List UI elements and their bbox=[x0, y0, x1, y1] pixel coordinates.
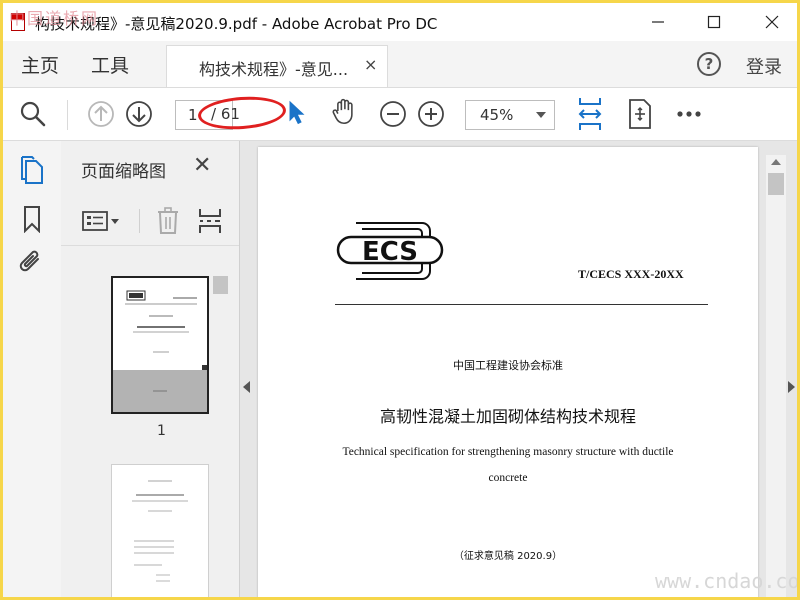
thumbnail-page-2-preview bbox=[132, 480, 188, 582]
close-panel-icon[interactable]: ✕ bbox=[193, 153, 211, 178]
tab-close-icon[interactable]: × bbox=[364, 55, 377, 74]
toolbar: 1 / 61 45% bbox=[3, 88, 797, 141]
menu-tools[interactable]: 工具 bbox=[91, 51, 129, 78]
close-icon bbox=[765, 15, 779, 29]
collapse-left-panel-icon[interactable] bbox=[243, 381, 250, 393]
document-title-en: Technical specification for strengthenin… bbox=[258, 439, 758, 491]
thumbnails-title: 页面缩略图 bbox=[81, 162, 166, 182]
left-rail bbox=[3, 141, 62, 597]
thumbnails-scrollbar-thumb[interactable] bbox=[213, 276, 228, 294]
maximize-icon bbox=[707, 15, 721, 29]
thumbnails-panel: 页面缩略图 ✕ 1 bbox=[61, 141, 240, 597]
document-title-en-line2: concrete bbox=[488, 472, 528, 484]
attachment-icon[interactable] bbox=[18, 249, 46, 277]
thumbnail-page-1-preview bbox=[113, 278, 207, 412]
chevron-down-icon bbox=[536, 112, 546, 118]
zoom-out-icon[interactable] bbox=[379, 100, 407, 128]
app-window: 构技术规程》-意见稿2020.9.pdf - Adobe Acrobat Pro… bbox=[0, 0, 800, 600]
document-scrollbar[interactable] bbox=[766, 155, 786, 597]
menu-home[interactable]: 主页 bbox=[21, 51, 59, 78]
hand-tool-icon[interactable] bbox=[330, 97, 358, 125]
scroll-up-icon[interactable] bbox=[771, 159, 781, 165]
zoom-select[interactable]: 45% bbox=[465, 100, 555, 130]
select-cursor-icon[interactable] bbox=[283, 98, 311, 126]
next-page-icon[interactable] bbox=[125, 100, 153, 128]
watermark-top: 中国道桥网 bbox=[9, 9, 100, 28]
pdf-page: ECS T/CECS XXX-20XX 中国工程建设协会标准 高韧性混凝土加固砌… bbox=[258, 147, 758, 597]
thumbnail-options-icon[interactable] bbox=[81, 209, 121, 233]
delete-icon[interactable] bbox=[155, 207, 181, 235]
document-title-cn: 高韧性混凝土加固砌体结构技术规程 bbox=[379, 407, 636, 426]
search-icon[interactable] bbox=[19, 100, 47, 128]
toolbar-separator bbox=[67, 100, 68, 130]
ecs-logo-text: ECS bbox=[362, 237, 418, 267]
association-name: 中国工程建设协会标准 bbox=[453, 359, 563, 372]
document-tab[interactable]: 构技术规程》-意见... × bbox=[166, 45, 388, 87]
thumbnail-page-2[interactable] bbox=[111, 464, 209, 597]
thumbnails-scrollbar[interactable] bbox=[211, 274, 230, 597]
zoom-in-icon[interactable] bbox=[417, 100, 445, 128]
close-window-button[interactable] bbox=[749, 3, 795, 41]
zoom-value: 45% bbox=[480, 106, 514, 124]
page-thumbnails-icon[interactable] bbox=[19, 155, 45, 185]
bookmark-icon[interactable] bbox=[22, 205, 42, 233]
document-tab-label: 构技术规程》-意见... bbox=[199, 60, 349, 79]
help-icon[interactable]: ? bbox=[697, 52, 721, 76]
minimize-button[interactable] bbox=[635, 3, 681, 41]
login-button[interactable]: 登录 bbox=[746, 53, 782, 79]
minimize-icon bbox=[652, 21, 664, 23]
header-rule bbox=[335, 304, 708, 305]
maximize-button[interactable] bbox=[691, 3, 737, 41]
menu-bar: 主页 工具 构技术规程》-意见... × ? 登录 bbox=[3, 41, 797, 88]
title-bar: 构技术规程》-意见稿2020.9.pdf - Adobe Acrobat Pro… bbox=[3, 3, 797, 41]
document-scrollbar-thumb[interactable] bbox=[768, 173, 784, 195]
document-viewer: ECS T/CECS XXX-20XX 中国工程建设协会标准 高韧性混凝土加固砌… bbox=[240, 141, 797, 597]
expand-right-panel-icon[interactable] bbox=[788, 381, 795, 393]
fit-width-icon[interactable] bbox=[575, 96, 605, 132]
ecs-logo: ECS bbox=[336, 222, 444, 280]
thumbnail-page-1[interactable] bbox=[111, 276, 209, 414]
page-current: 1 bbox=[188, 106, 198, 124]
thumbnails-toolbar bbox=[61, 195, 239, 246]
extract-pages-icon[interactable] bbox=[197, 207, 223, 235]
prev-page-icon[interactable] bbox=[87, 100, 115, 128]
full-screen-icon[interactable] bbox=[627, 98, 653, 130]
thumbnail-page-1-number: 1 bbox=[157, 423, 166, 439]
toolbar-separator bbox=[139, 209, 140, 233]
document-title-en-line1: Technical specification for strengthenin… bbox=[342, 446, 674, 458]
standard-code: T/CECS XXX-20XX bbox=[578, 267, 684, 281]
more-options-icon[interactable] bbox=[675, 100, 703, 128]
watermark-bottom: www.cndao.com bbox=[655, 569, 800, 593]
draft-note: （征求意见稿 2020.9） bbox=[453, 551, 563, 562]
